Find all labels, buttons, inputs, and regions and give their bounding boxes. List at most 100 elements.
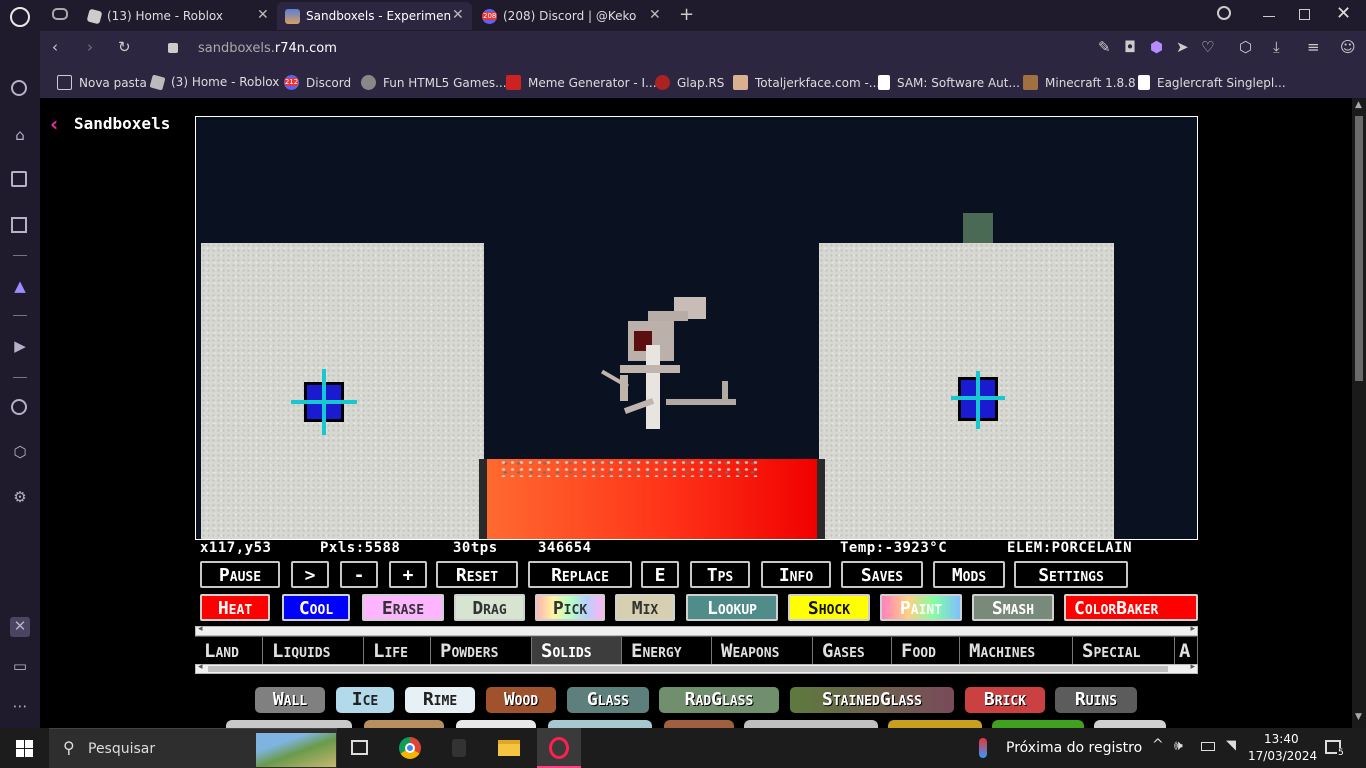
tool-mix[interactable]: Mix [615,594,675,621]
weather-text[interactable]: Próxima do registro [1006,740,1142,756]
volume-icon[interactable]: 🕪 [1174,738,1183,754]
category-solids[interactable]: Solids [532,637,622,665]
extensions-cube-icon[interactable]: ⬡ [11,443,29,461]
game-canvas[interactable] [195,116,1198,540]
chrome-icon[interactable] [399,737,421,759]
search-tabs-icon[interactable] [1217,6,1231,20]
bookmark-roblox[interactable]: (3) Home - Roblox [149,74,279,90]
app-icon[interactable] [452,739,466,757]
scroll-thumb[interactable] [208,666,1168,672]
category-scrollbar-top[interactable]: ◂ ▸ [195,624,1198,636]
category-gases[interactable]: Gases [813,637,892,665]
opera-gx-taskbar-icon[interactable] [537,728,581,768]
tab-sandboxels[interactable]: Sandboxels - Experiment w ✕ [277,2,472,30]
vpn-shield-icon[interactable]: ⬢ [1150,38,1163,56]
size-minus-button[interactable]: - [340,561,378,588]
url-field[interactable]: sandboxels.r74n.com [198,41,337,56]
close-window-icon[interactable]: ✕ [1336,3,1351,24]
tps-button[interactable]: Tps [690,561,750,588]
close-tab-icon[interactable]: ✕ [452,7,464,23]
easy-setup-icon[interactable]: ≡ [1307,38,1320,56]
tab-discord[interactable]: 208 (208) Discord | @Keko ✕ [474,2,669,30]
bookmark-nova-pasta[interactable]: Nova pasta [57,75,147,90]
more-icon[interactable]: ⋯ [11,697,29,715]
category-weapons[interactable]: Weapons [712,637,813,665]
close-tab-icon[interactable]: ✕ [649,7,661,23]
category-life[interactable]: Life [364,637,431,665]
settings-gear-icon[interactable]: ⚙ [11,488,29,506]
tool-heat[interactable]: Heat [200,594,270,621]
mods-button[interactable]: Mods [933,561,1005,588]
scroll-up-icon[interactable]: ▲ [1355,100,1362,110]
element-stainedglass[interactable]: StainedGlass [789,686,955,714]
cube-icon[interactable]: ⬡ [1239,38,1252,56]
tool-erase[interactable]: Erase [362,594,444,621]
element-glass[interactable]: Glass [566,686,650,714]
element-ruins[interactable]: Ruins [1054,686,1138,714]
back-icon[interactable]: ‹ [52,38,58,56]
category-more[interactable]: A [1175,637,1198,665]
category-food[interactable]: Food [892,637,960,665]
tool-lookup[interactable]: Lookup [686,594,778,621]
download-icon[interactable]: ⤓ [1273,38,1280,56]
aria-icon[interactable]: ▲ [11,277,29,295]
gx-control-icon[interactable] [11,217,27,233]
tool-drag[interactable]: Drag [454,594,525,621]
bookmark-glap[interactable]: Glap.RS [655,75,724,90]
send-icon[interactable]: ➤ [1176,38,1189,56]
speed-dial-icon[interactable] [11,80,27,96]
tool-cool[interactable]: Cool [282,594,350,621]
taskbar-search-box[interactable]: ⚲ Pesquisar [49,728,337,768]
tool-paint[interactable]: Paint [880,594,962,621]
wifi-icon[interactable]: ◥ [1226,738,1236,753]
tool-smash[interactable]: Smash [972,594,1054,621]
category-special[interactable]: Special [1073,637,1175,665]
editor-icon[interactable]: ✕ [10,617,30,637]
element-ice[interactable]: Ice [335,686,395,714]
size-plus-button[interactable]: + [389,561,427,588]
minimize-icon[interactable] [1263,16,1275,17]
e-button[interactable]: E [641,561,679,588]
heart-icon[interactable]: ♡ [1201,38,1214,56]
shopping-icon[interactable]: ⌂ [11,126,29,144]
forward-icon[interactable]: › [87,38,93,56]
bookmark-eaglercraft[interactable]: Eaglercraft Singlepl... [1138,75,1286,90]
category-energy[interactable]: Energy [622,637,712,665]
reset-button[interactable]: Reset [436,561,518,588]
element-wall[interactable]: Wall [254,686,326,714]
page-scrollbar[interactable]: ▲ ▼ [1352,98,1366,728]
element-wood[interactable]: Wood [485,686,557,714]
close-tab-icon[interactable]: ✕ [257,7,269,23]
scroll-left-icon[interactable]: ◂ [198,624,203,634]
clock-date[interactable]: 17/03/2024 [1248,749,1317,763]
twitch-icon[interactable] [11,171,27,187]
back-chevron-icon[interactable]: ‹ [50,112,58,136]
settings-button[interactable]: Settings [1014,561,1128,588]
bookmark-meme-generator[interactable]: Meme Generator - I... [506,75,657,90]
restore-icon[interactable] [1299,9,1310,20]
windows-start-icon[interactable] [16,740,33,757]
player-icon[interactable]: ▶ [11,337,29,355]
category-powders[interactable]: Powders [431,637,532,665]
reload-icon[interactable]: ↻ [118,38,131,56]
task-view-icon[interactable] [351,740,368,755]
opera-logo-icon[interactable] [10,7,30,27]
pause-button[interactable]: Pause [200,561,280,588]
tool-shock[interactable]: Shock [788,594,870,621]
gallery-icon[interactable]: ▭ [11,657,29,675]
category-machines[interactable]: Machines [960,637,1073,665]
file-explorer-icon[interactable] [498,740,520,756]
tab-roblox[interactable]: (13) Home - Roblox ✕ [80,2,275,30]
tool-pick[interactable]: Pick [535,594,605,621]
edit-icon[interactable]: ✎ [1098,38,1111,56]
camera-icon[interactable]: ◘ [1124,38,1136,56]
scroll-right-icon[interactable]: ▸ [1190,624,1195,634]
scroll-down-icon[interactable]: ▼ [1355,712,1362,722]
element-rime[interactable]: Rime [404,686,476,714]
bookmark-totaljerkface[interactable]: Totaljerkface.com -... [733,75,880,90]
element-radglass[interactable]: RadGlass [658,686,780,714]
info-button[interactable]: Info [761,561,831,588]
element-brick[interactable]: Brick [964,686,1046,714]
tool-colorbaker[interactable]: ColorBaker [1064,594,1198,621]
bookmark-minecraft[interactable]: Minecraft 1.8.8 [1023,75,1136,90]
